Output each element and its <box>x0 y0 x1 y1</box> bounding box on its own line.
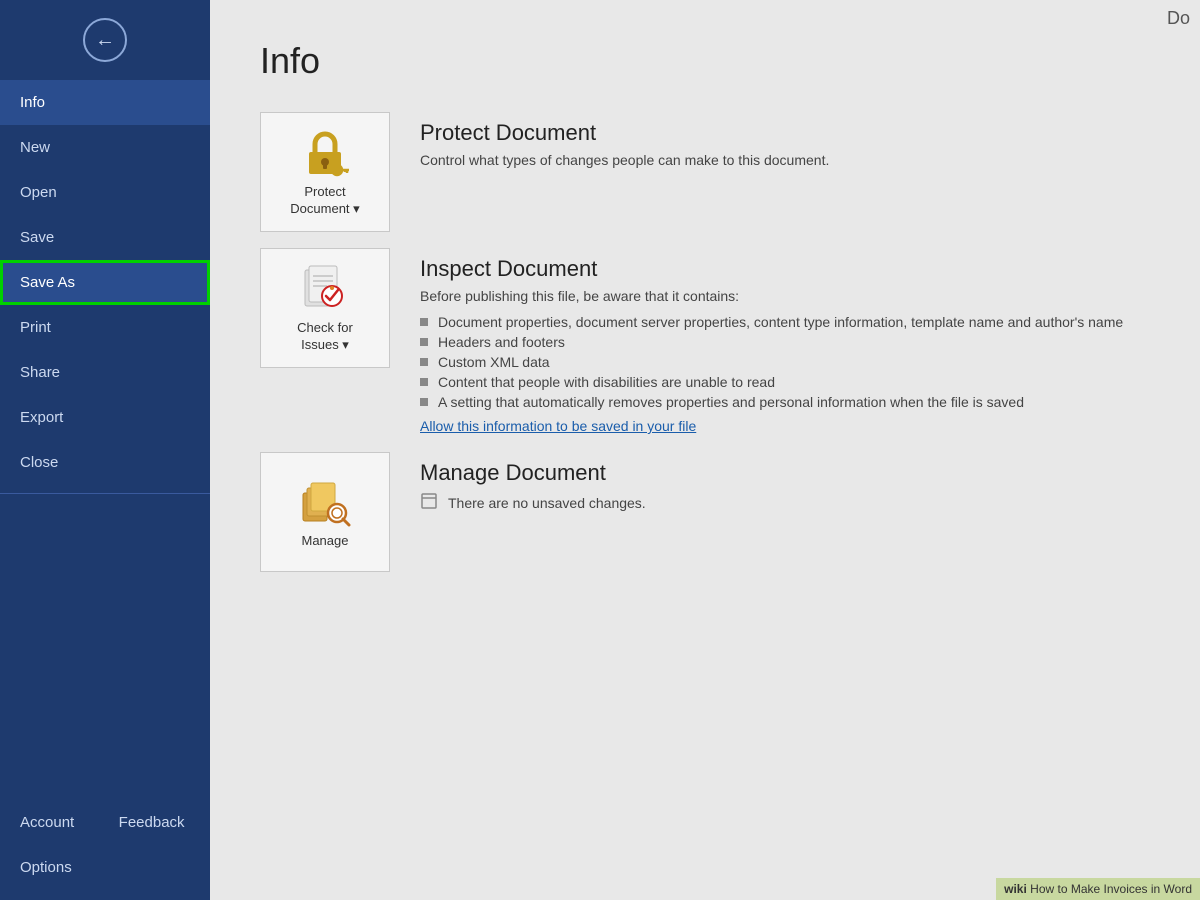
sidebar-item-save[interactable]: Save <box>0 215 210 260</box>
manage-label: Manage <box>302 533 349 550</box>
top-right-partial-text: Do <box>1167 8 1200 29</box>
bullet-icon-4 <box>420 378 428 386</box>
bullet-icon-2 <box>420 338 428 346</box>
sidebar-divider <box>0 493 210 494</box>
bullet-item-2: Headers and footers <box>420 332 1150 352</box>
protect-document-desc: Control what types of changes people can… <box>420 152 1150 168</box>
sidebar-item-print[interactable]: Print <box>0 305 210 350</box>
back-button[interactable]: ← <box>0 0 210 80</box>
sidebar-item-options[interactable]: Options <box>0 845 92 890</box>
sidebar-item-save-as[interactable]: Save As <box>0 260 210 305</box>
manage-row-icon <box>420 492 438 513</box>
protect-document-title: Protect Document <box>420 120 1150 146</box>
sidebar-item-share[interactable]: Share <box>0 350 210 395</box>
inspect-document-title: Inspect Document <box>420 256 1150 282</box>
manage-status-text: There are no unsaved changes. <box>448 495 646 511</box>
manage-row: There are no unsaved changes. <box>420 492 1150 513</box>
bullet-item-5: A setting that automatically removes pro… <box>420 392 1150 412</box>
bullet-icon-5 <box>420 398 428 406</box>
manage-document-title: Manage Document <box>420 460 1150 486</box>
watermark: wiki How to Make Invoices in Word <box>996 878 1200 900</box>
sidebar-item-new[interactable]: New <box>0 125 210 170</box>
manage-document-button[interactable]: Manage <box>260 452 390 572</box>
inspect-bullet-list: Document properties, document server pro… <box>420 312 1150 412</box>
sidebar-item-feedback[interactable]: Feedback <box>99 800 205 845</box>
protect-document-card: ProtectDocument ▾ Protect Document Contr… <box>260 112 1150 232</box>
inspect-document-desc: Before publishing this file, be aware th… <box>420 288 1150 304</box>
check-for-issues-label: Check forIssues ▾ <box>297 320 353 354</box>
protect-document-button[interactable]: ProtectDocument ▾ <box>260 112 390 232</box>
watermark-wiki: wiki <box>1004 882 1027 896</box>
bullet-item-4: Content that people with disabilities ar… <box>420 372 1150 392</box>
back-arrow-icon: ← <box>83 18 127 62</box>
page-title: Info <box>260 40 1150 82</box>
sidebar-item-export[interactable]: Export <box>0 395 210 440</box>
sidebar-bottom: Account Feedback Options <box>0 800 210 900</box>
sidebar-item-info[interactable]: Info <box>0 80 210 125</box>
bullet-icon-3 <box>420 358 428 366</box>
sidebar-nav: Info New Open Save Save As Print Share E… <box>0 80 210 900</box>
sidebar-item-close[interactable]: Close <box>0 440 210 485</box>
lock-icon <box>299 126 351 178</box>
bullet-item-1: Document properties, document server pro… <box>420 312 1150 332</box>
protect-document-label: ProtectDocument ▾ <box>290 184 359 218</box>
main-content: Do Info ProtectDocument ▾ Protect <box>210 0 1200 900</box>
manage-document-content: Manage Document There are no unsaved cha… <box>420 452 1150 513</box>
protect-document-content: Protect Document Control what types of c… <box>420 112 1150 176</box>
check-icon <box>299 262 351 314</box>
allow-info-link[interactable]: Allow this information to be saved in yo… <box>420 418 696 434</box>
bullet-item-3: Custom XML data <box>420 352 1150 372</box>
sidebar-item-open[interactable]: Open <box>0 170 210 215</box>
manage-document-card: Manage Manage Document There are no unsa… <box>260 452 1150 572</box>
check-for-issues-button[interactable]: Check forIssues ▾ <box>260 248 390 368</box>
manage-icon <box>299 475 351 527</box>
sidebar-item-account[interactable]: Account <box>0 800 94 845</box>
bullet-icon-1 <box>420 318 428 326</box>
inspect-document-content: Inspect Document Before publishing this … <box>420 248 1150 436</box>
inspect-document-card: Check forIssues ▾ Inspect Document Befor… <box>260 248 1150 436</box>
sidebar: ← Info New Open Save Save As Print Share… <box>0 0 210 900</box>
watermark-text: How to Make Invoices in Word <box>1030 882 1192 896</box>
